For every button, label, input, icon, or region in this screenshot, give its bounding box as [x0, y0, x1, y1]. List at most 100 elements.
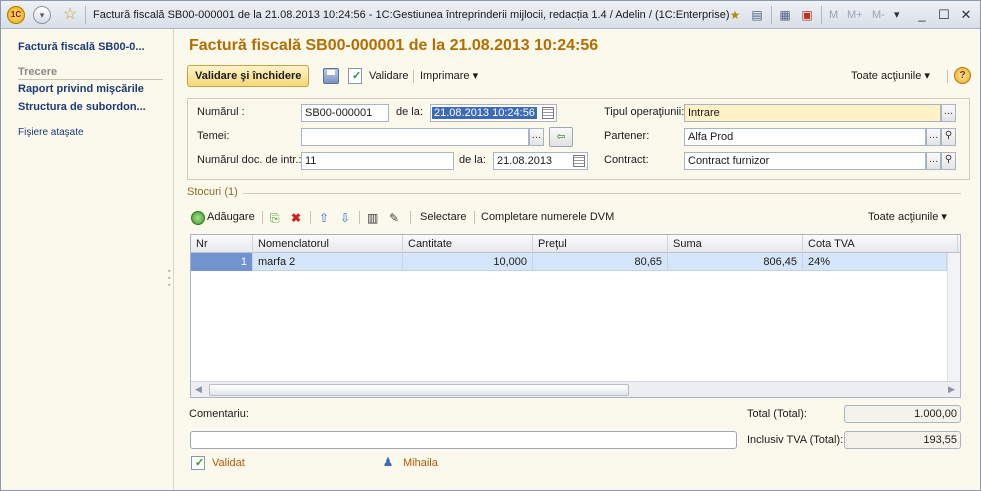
cell-nr[interactable]: 1 — [191, 253, 253, 271]
basis-select-button[interactable]: … — [529, 128, 544, 146]
basis-field[interactable] — [301, 128, 529, 146]
title-separator — [85, 6, 86, 24]
partner-label: Partener: — [604, 130, 650, 142]
entry-doc-number-label: Numărul doc. de intr.: — [197, 154, 302, 166]
enter-on-basis-icon[interactable]: ⇦ — [549, 127, 573, 147]
contract-select-button[interactable]: … — [926, 152, 941, 170]
calendar-icon[interactable] — [542, 107, 554, 119]
column-header-vat-rate[interactable]: Cota TVA — [803, 235, 958, 253]
nav-item-invoice[interactable]: Factură fiscală SB00-0... — [18, 41, 168, 53]
column-header-item[interactable]: Nomenclatorul — [253, 235, 403, 253]
memory-m-button[interactable]: M — [829, 7, 838, 23]
column-header-price[interactable]: Preţul — [533, 235, 668, 253]
cell-vat-rate[interactable]: 24% — [803, 253, 947, 271]
number-field[interactable]: SB00-000001 — [301, 104, 389, 122]
nav-item-attached-files[interactable]: Fişiere ataşate — [18, 127, 84, 138]
memory-minus-button[interactable]: M- — [872, 7, 885, 23]
title-bar: 1C ▾ ☆ Factură fiscală SB00-000001 de la… — [1, 1, 980, 29]
copy-row-icon[interactable]: ⎘ — [270, 211, 280, 225]
cell-item[interactable]: marfa 2 — [253, 253, 403, 271]
calendar-icon[interactable] — [573, 155, 585, 167]
responsible-user[interactable]: Mihaila — [403, 457, 438, 469]
scroll-right-icon[interactable]: ▶ — [948, 384, 955, 395]
contract-field[interactable]: Contract furnizor — [684, 152, 926, 170]
column-header-nr[interactable]: Nr — [191, 235, 253, 253]
cell-sum[interactable]: 806,45 — [668, 253, 803, 271]
favorite-star-icon[interactable]: ☆ — [63, 6, 77, 24]
splitter-handle[interactable]: ▪ ▪ ▪ — [168, 268, 172, 289]
partner-search-icon[interactable]: ⚲ — [941, 128, 956, 146]
add-to-favorites-icon[interactable]: ★ — [727, 7, 743, 23]
help-icon[interactable]: ? — [954, 67, 971, 84]
date-field-value: 21.08.2013 10:24:56 — [432, 107, 537, 119]
validate-close-button[interactable]: Validare şi închidere — [187, 65, 310, 87]
number-label: Numărul : — [197, 106, 245, 118]
user-icon: ♟ — [382, 455, 394, 469]
cell-quantity[interactable]: 10,000 — [403, 253, 533, 271]
validate-icon[interactable] — [348, 68, 362, 84]
contract-label: Contract: — [604, 154, 649, 166]
app-logo-icon[interactable]: 1C — [7, 6, 25, 24]
edit-icon[interactable]: ✎ — [389, 211, 399, 225]
copy-link-icon[interactable]: ▤ — [749, 7, 765, 23]
vat-total-label: Inclusiv TVA (Total): — [747, 434, 844, 446]
page-title: Factură fiscală SB00-000001 de la 21.08.… — [189, 37, 599, 54]
operation-type-select-button[interactable]: … — [941, 104, 956, 122]
move-up-icon[interactable]: ⇧ — [319, 211, 329, 225]
move-down-icon[interactable]: ⇩ — [340, 211, 350, 225]
column-header-sum[interactable]: Suma — [668, 235, 803, 253]
add-icon[interactable] — [191, 211, 205, 225]
add-button[interactable]: Adăugare — [207, 209, 255, 225]
validate-button[interactable]: Validare — [369, 68, 409, 84]
table-header: Nr Nomenclatorul Cantitate Preţul Suma C… — [191, 235, 960, 253]
calendar-icon[interactable]: ▣ — [799, 7, 815, 23]
barcode-icon[interactable]: ▥ — [367, 211, 378, 225]
delete-icon[interactable]: ✖ — [291, 211, 301, 225]
vertical-scrollbar[interactable] — [947, 253, 960, 381]
nav-item-movements-report[interactable]: Raport privind mişcările — [18, 83, 168, 95]
select-button[interactable]: Selectare — [420, 209, 466, 225]
stock-title: Stocuri — [187, 186, 222, 198]
chevron-down-icon: ▾ — [924, 70, 930, 82]
close-button[interactable]: ✕ — [957, 6, 975, 24]
table-toolbar: Adăugare ⎘ ✖ ⇧ ⇩ ▥ ✎ Selectare Completar… — [191, 208, 961, 228]
nav-section-title: Trecere — [18, 66, 163, 80]
entry-doc-number-field[interactable]: 11 — [301, 152, 454, 170]
stock-table[interactable]: Nr Nomenclatorul Cantitate Preţul Suma C… — [190, 234, 961, 398]
toolbar-separator — [413, 70, 414, 83]
contract-search-icon[interactable]: ⚲ — [941, 152, 956, 170]
date-label: de la: — [396, 106, 423, 118]
nav-item-subordination-structure[interactable]: Structura de subordon... — [18, 101, 168, 113]
table-all-actions-menu[interactable]: Toate acţiunile ▾ — [868, 209, 947, 225]
chevron-down-icon[interactable]: ▾ — [894, 7, 900, 23]
save-icon[interactable] — [323, 68, 339, 84]
main-menu-icon[interactable]: ▾ — [33, 6, 51, 24]
toolbar-separator — [359, 211, 360, 224]
entry-date-field[interactable]: 21.08.2013 — [493, 152, 588, 170]
operation-type-field[interactable]: Intrare — [684, 104, 941, 122]
date-field[interactable]: 21.08.2013 10:24:56 — [430, 104, 557, 122]
comment-field[interactable] — [190, 431, 737, 449]
total-field: 1.000,00 — [844, 405, 961, 423]
partner-select-button[interactable]: … — [926, 128, 941, 146]
vat-total-field: 193,55 — [844, 431, 961, 449]
maximize-button[interactable]: ☐ — [935, 6, 953, 24]
all-actions-menu[interactable]: Toate acţiunile ▾ — [851, 68, 930, 84]
comment-label: Comentariu: — [189, 408, 249, 420]
calculator-icon[interactable]: ▦ — [777, 7, 793, 23]
print-menu-button[interactable]: Imprimare ▾ — [420, 68, 478, 84]
cell-price[interactable]: 80,65 — [533, 253, 668, 271]
memory-plus-button[interactable]: M+ — [847, 7, 863, 23]
fill-dvm-button[interactable]: Completare numerele DVM — [481, 209, 614, 225]
horizontal-scrollbar[interactable]: ◀ ▶ — [191, 381, 960, 397]
title-separator — [771, 6, 772, 24]
entry-date-value: 21.08.2013 — [497, 155, 553, 167]
table-row[interactable]: 1 marfa 2 10,000 80,65 806,45 24% — [191, 253, 960, 271]
stock-group-title: Stocuri (1) — [187, 186, 238, 198]
column-header-quantity[interactable]: Cantitate — [403, 235, 533, 253]
title-separator — [821, 6, 822, 24]
scrollbar-thumb[interactable] — [209, 384, 629, 396]
minimize-button[interactable]: _ — [913, 6, 931, 24]
scroll-left-icon[interactable]: ◀ — [195, 384, 202, 395]
partner-field[interactable]: Alfa Prod — [684, 128, 926, 146]
